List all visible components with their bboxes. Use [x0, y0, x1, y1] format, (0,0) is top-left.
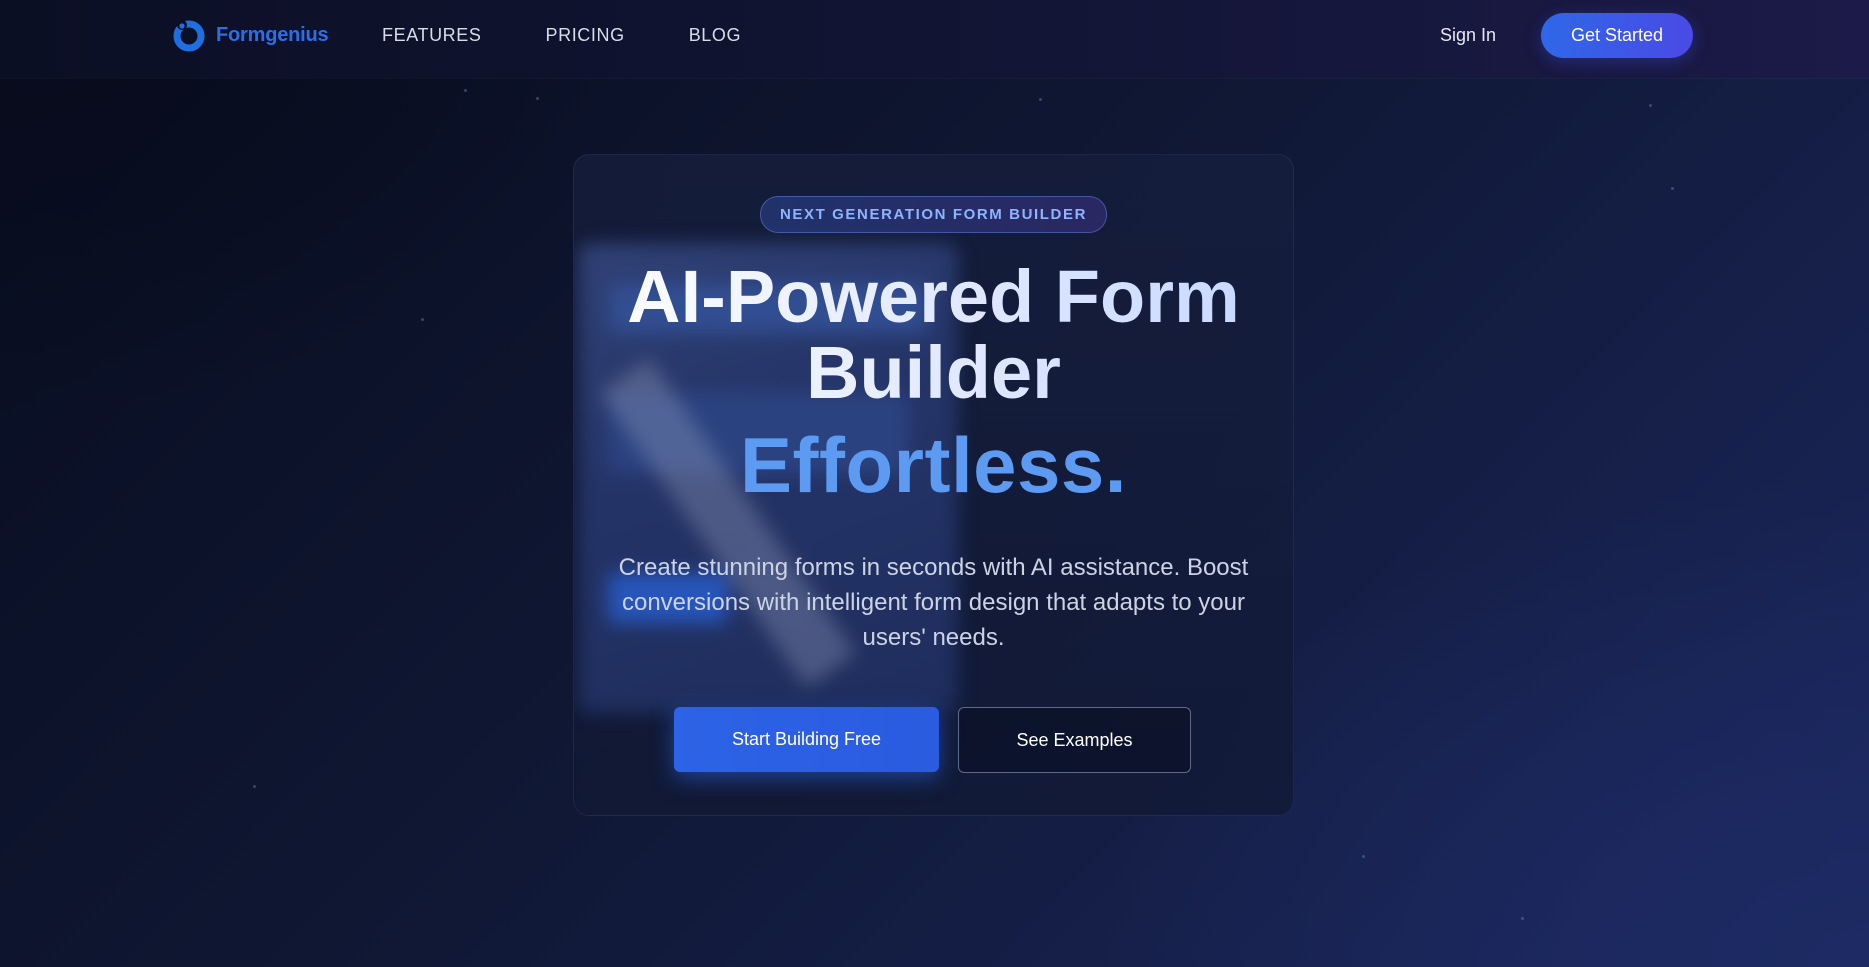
- hero-badge: NEXT GENERATION FORM BUILDER: [760, 196, 1107, 233]
- top-navbar: Formgenius FEATURES PRICING BLOG Sign In…: [0, 0, 1869, 78]
- start-building-free-button[interactable]: Start Building Free: [674, 707, 939, 772]
- background-star: [1649, 104, 1652, 107]
- brand-logo-link[interactable]: Formgenius: [172, 17, 329, 53]
- main-nav: FEATURES PRICING BLOG: [382, 24, 805, 46]
- background-star: [464, 89, 467, 92]
- background-star: [1521, 917, 1524, 920]
- hero-headline: AI-Powered Form Builder: [574, 259, 1293, 411]
- formgenius-logo-icon: [173, 20, 205, 52]
- background-star: [253, 785, 256, 788]
- nav-link-features[interactable]: FEATURES: [382, 24, 481, 46]
- sign-in-link[interactable]: Sign In: [1440, 24, 1496, 46]
- hero-headline-accent: Effortless.: [740, 421, 1127, 509]
- background-star: [536, 97, 539, 100]
- hero-subtext: Create stunning forms in seconds with AI…: [618, 554, 1249, 651]
- background-star: [421, 318, 424, 321]
- hero-card: NEXT GENERATION FORM BUILDER AI-Powered …: [573, 154, 1294, 816]
- background-star: [1671, 187, 1674, 190]
- brand-name: Formgenius: [216, 23, 329, 46]
- see-examples-button[interactable]: See Examples: [958, 707, 1191, 773]
- get-started-button[interactable]: Get Started: [1541, 13, 1693, 58]
- background-star: [1039, 98, 1042, 101]
- nav-link-pricing[interactable]: PRICING: [545, 24, 624, 46]
- nav-link-blog[interactable]: BLOG: [689, 24, 741, 46]
- background-star: [1362, 855, 1365, 858]
